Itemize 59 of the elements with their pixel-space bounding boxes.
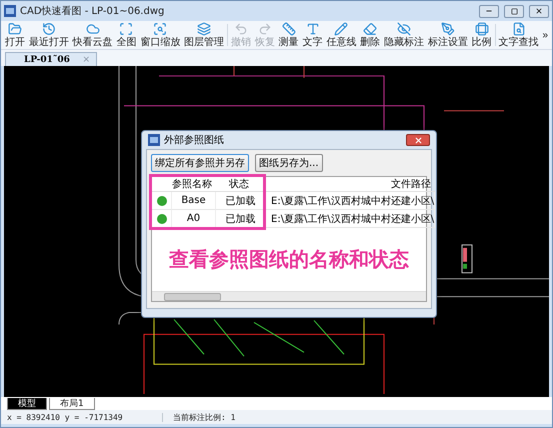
toolbar-button[interactable]: 标注设置	[426, 21, 470, 49]
pencil-icon	[334, 22, 348, 36]
close-button[interactable]	[406, 134, 430, 146]
clock-icon	[42, 22, 56, 36]
maximize-button[interactable]	[504, 4, 524, 18]
eye-off-icon	[397, 22, 412, 36]
table-cell: E:\夏露\工作\汉西村城中村还建小区\	[266, 210, 436, 228]
table-cell: 已加载	[216, 210, 266, 228]
maximize-icon	[510, 8, 518, 14]
toolbar-button[interactable]: 测量	[276, 21, 301, 49]
column-header: 状态	[216, 177, 266, 192]
dialog-button[interactable]: 图纸另存为...	[255, 154, 323, 172]
zoom-icon	[153, 22, 168, 36]
search-icon	[512, 22, 526, 36]
toolbar-button[interactable]: 窗口缩放	[138, 21, 182, 49]
coordinates-text: x = 8392410 y = -7171349	[7, 412, 163, 422]
scale-text: 当前标注比例: 1	[173, 412, 236, 422]
layout-tab[interactable]: 模型	[7, 398, 47, 410]
toolbar-button[interactable]: 隐藏标注	[382, 21, 426, 49]
folder-icon	[8, 22, 22, 36]
close-icon	[414, 136, 422, 144]
toolbar-button[interactable]: 全图	[114, 21, 138, 49]
table-cell: 已加载	[216, 192, 266, 210]
text-icon	[306, 22, 320, 36]
close-icon	[535, 7, 543, 15]
undo-icon	[234, 22, 248, 36]
toolbar-button[interactable]: 文字	[300, 21, 324, 49]
table-cell: A0	[172, 210, 216, 228]
dialog-button[interactable]: 绑定所有参照并另存	[151, 154, 249, 172]
dialog-icon	[148, 134, 160, 146]
pen-icon	[440, 22, 455, 36]
window-title: CAD快速看图 - LP-01~06.dwg	[20, 4, 166, 18]
toolbar-button[interactable]: 任意线	[324, 21, 358, 49]
redo-icon	[258, 22, 272, 36]
dialog-title: 外部参照图纸	[164, 134, 225, 147]
ruler-icon	[282, 22, 296, 36]
column-header: 参照名称	[172, 177, 216, 192]
toolbar-button[interactable]: 文字查找	[496, 21, 540, 49]
document-tab[interactable]: LP-01˜06 ×	[5, 52, 97, 66]
toolbar-button[interactable]: 图层管理	[182, 21, 226, 49]
toolbar-button[interactable]: 比例	[470, 21, 494, 49]
more-button[interactable]: »	[540, 21, 550, 49]
table-cell: E:\夏露\工作\汉西村城中村还建小区\	[266, 192, 436, 210]
table-cell: Base	[172, 192, 216, 210]
toolbar-button[interactable]: 快看云盘	[70, 21, 115, 49]
frame-icon	[119, 22, 134, 36]
minimize-button[interactable]	[479, 4, 499, 18]
app-icon	[4, 5, 16, 17]
annotation-text: 查看参照图纸的名称和状态	[168, 246, 410, 273]
toolbar-button[interactable]: 打开	[3, 21, 27, 49]
toolbar-button[interactable]: 删除	[358, 21, 382, 49]
layers-icon	[197, 22, 212, 36]
cloud-icon	[86, 22, 100, 36]
close-button[interactable]	[529, 4, 549, 18]
layout-tab[interactable]: 布局1	[49, 398, 95, 410]
toolbar-button[interactable]: 最近打开	[26, 21, 71, 49]
column-header: 文件路径	[266, 177, 436, 192]
eraser-icon	[363, 22, 378, 36]
horizontal-scrollbar[interactable]	[152, 291, 426, 301]
